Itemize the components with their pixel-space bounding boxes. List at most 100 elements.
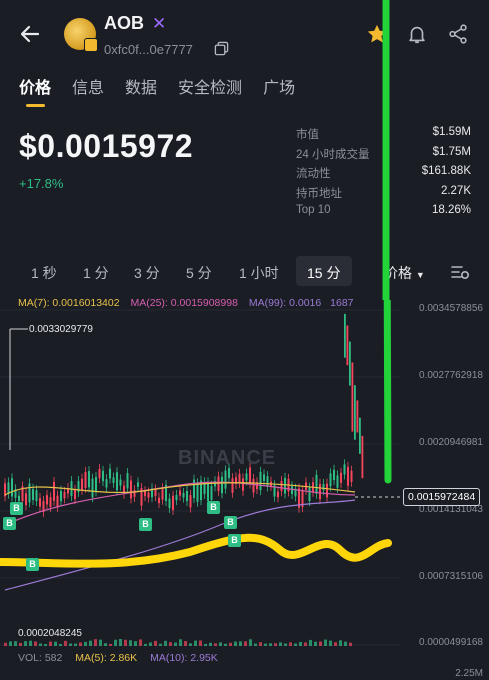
tab-data[interactable]: 数据 xyxy=(125,74,157,98)
candle-body xyxy=(35,490,38,501)
candle-body xyxy=(172,495,174,511)
candle-body xyxy=(158,497,160,504)
volume-bar xyxy=(219,642,222,646)
stat-label: 流动性 xyxy=(296,168,331,180)
candle-body xyxy=(88,471,90,488)
ma99-line xyxy=(4,499,356,591)
candle-body xyxy=(245,473,248,481)
candle-body xyxy=(91,478,94,498)
volume-bar xyxy=(184,641,187,646)
volume-bar xyxy=(339,640,342,646)
copy-icon[interactable] xyxy=(214,41,229,56)
favorite-star-icon[interactable] xyxy=(366,23,388,45)
interval-15m[interactable]: 15 分 xyxy=(307,263,340,283)
interval-1m[interactable]: 1 分 xyxy=(83,263,109,283)
volume-bar xyxy=(264,643,267,646)
candle-body xyxy=(147,492,150,498)
candle-body xyxy=(168,498,171,509)
buy-marker: B xyxy=(139,518,152,531)
stat-label: 市值 xyxy=(296,129,319,141)
tab-price[interactable]: 价格 xyxy=(19,74,51,98)
candlestick-chart[interactable] xyxy=(0,300,489,650)
candle-body xyxy=(266,476,269,487)
volume-bar xyxy=(34,641,37,646)
volume-bar xyxy=(94,639,97,646)
volume-bar xyxy=(29,640,32,646)
volume-bar xyxy=(119,639,122,646)
candle-body xyxy=(154,489,157,496)
candle-body xyxy=(329,473,332,487)
axis-label: 0.0007315106 xyxy=(419,571,483,582)
volume-bar xyxy=(54,641,57,646)
candle-body xyxy=(189,495,192,508)
candle-body xyxy=(7,482,10,494)
stat-label: 持币地址 xyxy=(296,187,342,200)
share-icon[interactable] xyxy=(447,23,469,45)
candle-body xyxy=(144,491,146,497)
volume-bar xyxy=(159,643,162,646)
volume-bar xyxy=(179,639,182,646)
candle-body xyxy=(130,480,132,499)
volume-bar xyxy=(149,642,152,646)
token-name: AOB xyxy=(104,13,144,33)
volume-bar xyxy=(89,640,92,646)
bell-icon[interactable] xyxy=(406,23,428,45)
candle-body xyxy=(291,486,293,494)
volume-bar xyxy=(4,642,7,646)
candle-body xyxy=(263,474,265,481)
buy-marker: B xyxy=(26,558,39,571)
interval-1h[interactable]: 1 小时 xyxy=(239,263,279,283)
volume-bar xyxy=(194,640,197,646)
candle-body xyxy=(280,480,283,492)
buy-marker: B xyxy=(10,502,23,515)
tab-square[interactable]: 广场 xyxy=(263,74,295,98)
axis-label: 0.0034578856 xyxy=(419,303,483,314)
candle-body xyxy=(252,478,255,493)
volume-bar xyxy=(24,641,27,646)
candle-body xyxy=(207,482,209,501)
candle-body xyxy=(259,471,262,491)
green-highlight-stroke xyxy=(383,300,392,484)
volume-bar xyxy=(69,643,72,646)
candle-body xyxy=(351,362,354,432)
price-type-dropdown[interactable]: 价格 ▼ xyxy=(384,263,425,283)
candle-body xyxy=(32,488,34,500)
tab-security[interactable]: 安全检测 xyxy=(178,74,242,98)
token-address[interactable]: 0xfc0f...0e7777 xyxy=(104,42,193,57)
candle-body xyxy=(350,470,353,482)
chart-settings-icon[interactable] xyxy=(450,262,470,282)
candle-body xyxy=(326,483,328,498)
tab-info[interactable]: 信息 xyxy=(72,74,104,98)
binance-watermark: BINANCE xyxy=(178,447,277,469)
candle-body xyxy=(224,470,227,489)
volume-bar xyxy=(314,641,317,646)
candle-body xyxy=(336,475,339,488)
candle-body xyxy=(109,468,111,479)
back-arrow-icon[interactable] xyxy=(18,22,42,46)
candle-body xyxy=(349,341,351,386)
volume-bar xyxy=(44,643,47,646)
volume-bar xyxy=(64,640,67,646)
volume-bar xyxy=(124,639,127,646)
dropdown-caret-icon: ▼ xyxy=(415,270,425,280)
verified-icon: ✕ xyxy=(152,14,167,33)
volume-bar xyxy=(294,643,297,646)
volume-axis-label: 2.25M xyxy=(455,668,483,679)
candle-body xyxy=(361,435,364,479)
volume-bar xyxy=(239,641,242,646)
interval-1s[interactable]: 1 秒 xyxy=(31,263,57,283)
stat-value: $1.75M xyxy=(432,145,471,158)
current-price: $0.0015972 xyxy=(19,128,194,164)
candle-body xyxy=(238,473,241,483)
volume-bar xyxy=(129,640,132,646)
candle-body xyxy=(137,482,139,487)
stat-label: Top 10 xyxy=(296,204,331,216)
volume-bar xyxy=(154,640,157,646)
volume-bar xyxy=(324,639,327,646)
volume-bar xyxy=(224,643,227,646)
candle-body xyxy=(217,476,220,491)
interval-3m[interactable]: 3 分 xyxy=(134,263,160,283)
interval-5m[interactable]: 5 分 xyxy=(186,263,212,283)
stat-row: 24 小时成交量 $1.75M xyxy=(296,146,471,166)
volume-bar xyxy=(259,642,262,646)
